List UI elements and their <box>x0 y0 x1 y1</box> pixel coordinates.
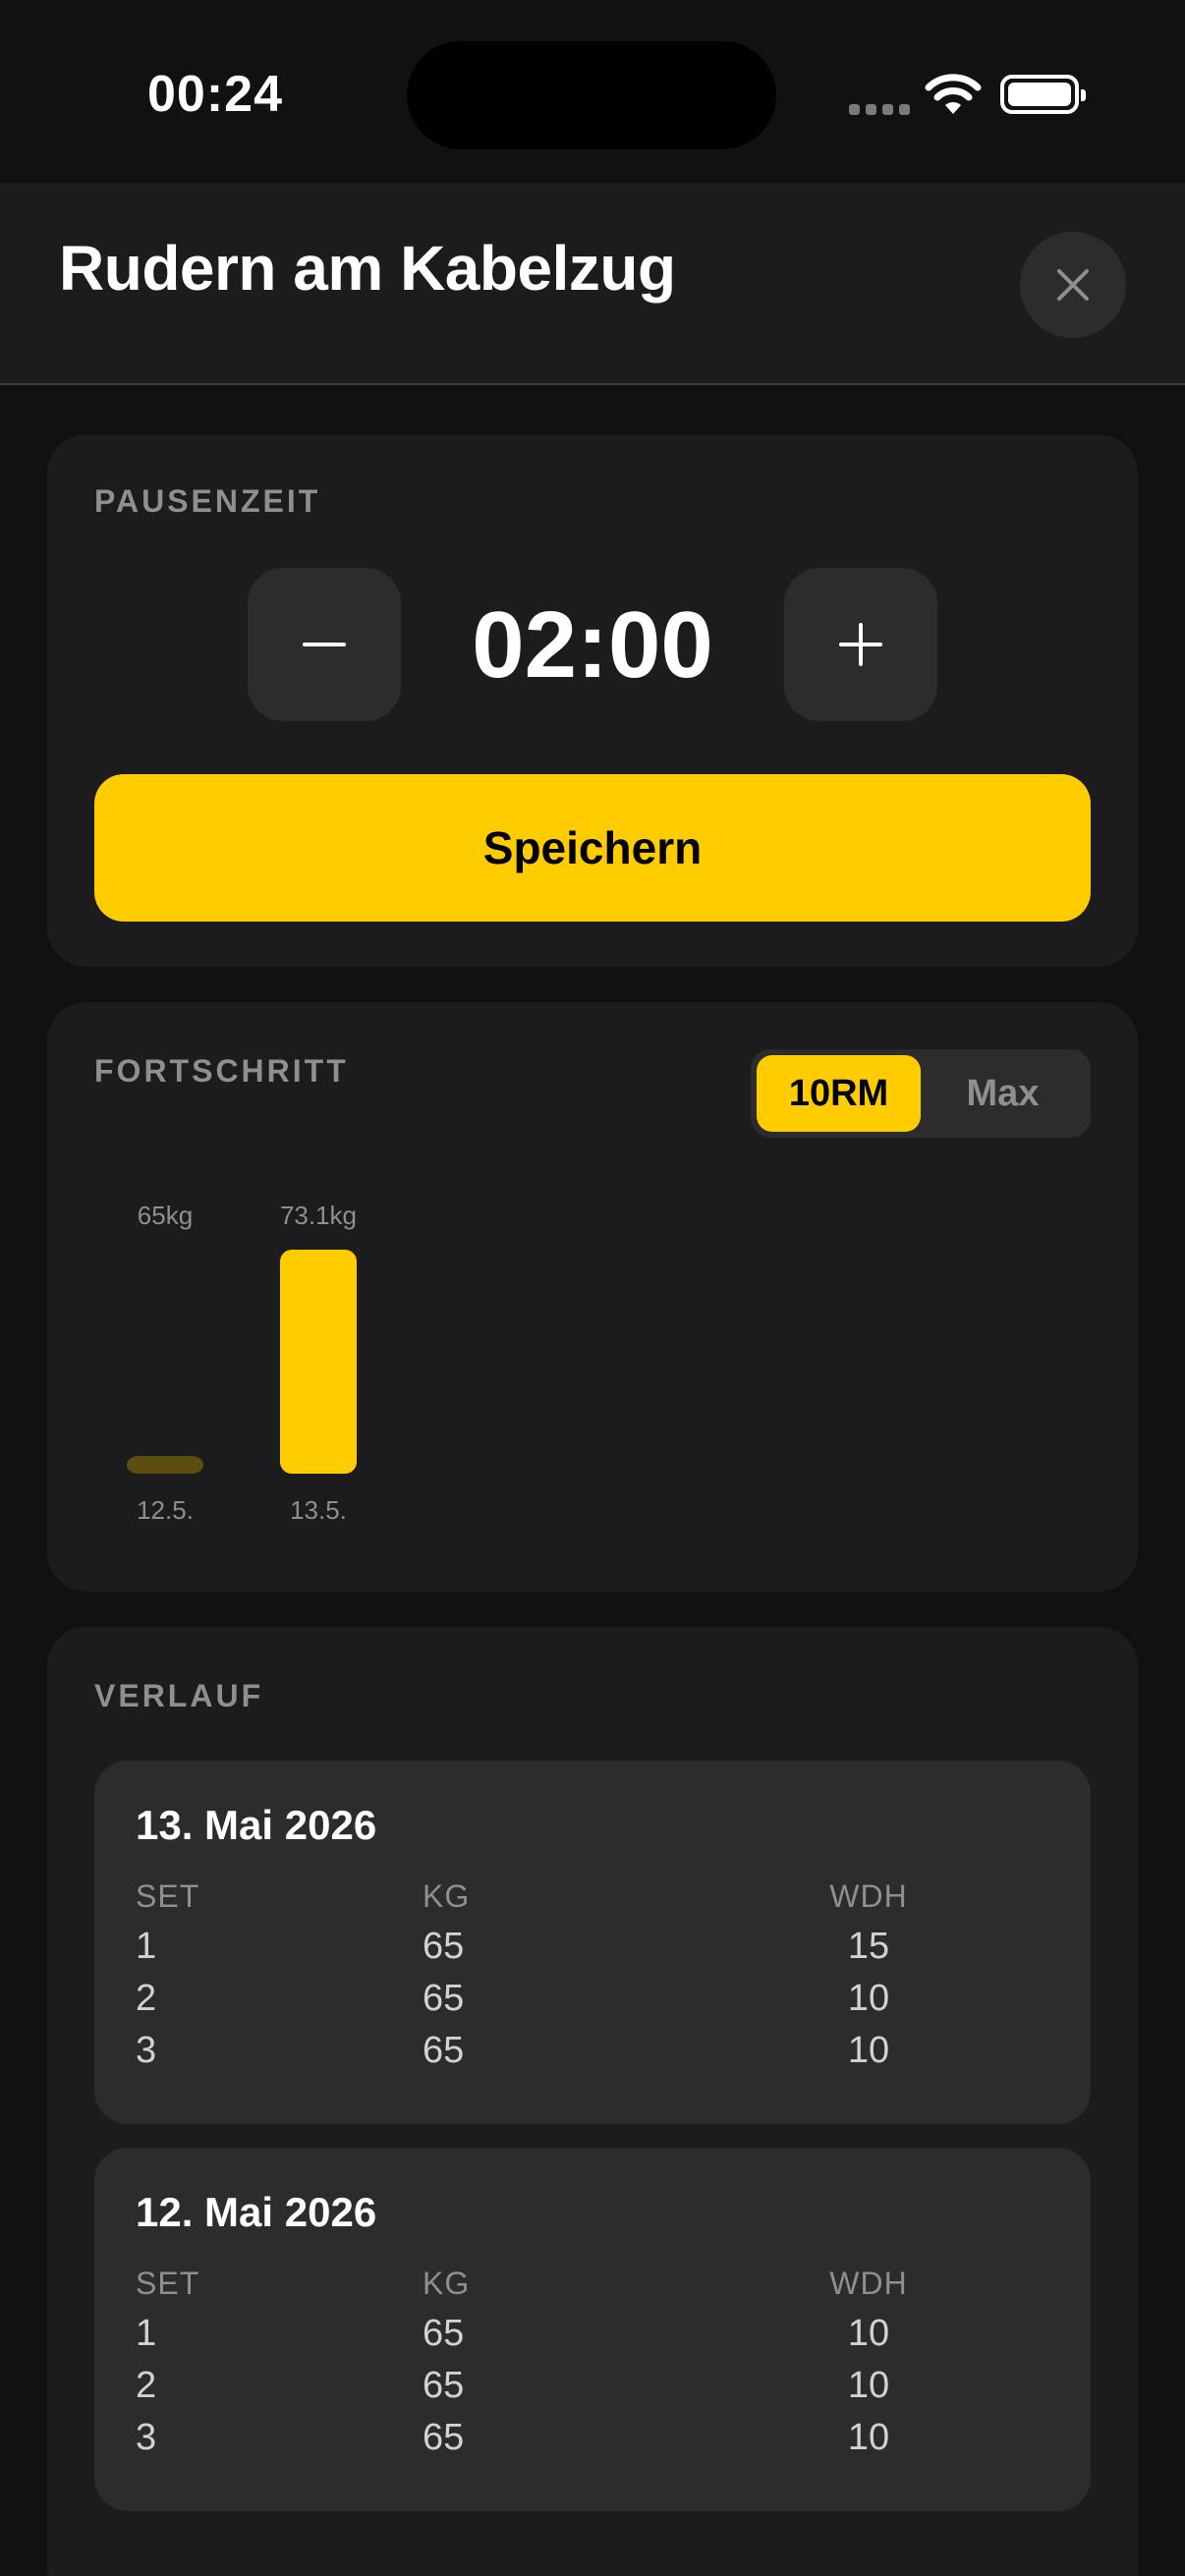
cell-kg: 65 <box>423 2417 465 2458</box>
cell-set: 1 <box>136 2313 157 2354</box>
toggle-max[interactable]: Max <box>921 1055 1085 1132</box>
status-time: 00:24 <box>147 66 283 123</box>
cell-set: 3 <box>136 2030 157 2071</box>
wifi-icon <box>925 74 982 114</box>
progress-card: 65kg 12.5. 73.1kg 13.5. FORTSCHRITT 10RM Ma… <box>47 1002 1138 1592</box>
minus-icon <box>303 643 346 646</box>
entry-date: 13. Mai 2026 <box>136 1802 377 1848</box>
column-header-set: SET <box>136 1878 200 1914</box>
column-header-set: SET <box>136 2266 200 2301</box>
chart-value-label: 65kg <box>138 1201 193 1230</box>
chart-value-label: 73.1kg <box>280 1201 357 1230</box>
battery-icon <box>1000 75 1086 114</box>
chart-category-label: 13.5. <box>290 1495 347 1525</box>
decrease-time-button[interactable] <box>248 568 401 721</box>
chart-category-label: 12.5. <box>137 1495 194 1525</box>
cellular-signal-icon <box>849 104 910 115</box>
dynamic-island <box>407 41 776 149</box>
rest-time-card: PAUSENZEIT 02:00 Speichern <box>47 434 1138 967</box>
cell-wdh: 10 <box>847 2030 890 2071</box>
close-button[interactable] <box>1020 232 1126 338</box>
history-card: VERLAUF 13. Mai 2026 SET KG WDH 1 65 15 … <box>47 1627 1138 2576</box>
cell-kg: 65 <box>423 2030 465 2071</box>
cell-kg: 65 <box>423 2313 465 2354</box>
history-entry: 12. Mai 2026 SET KG WDH 1 65 10 2 65 10 … <box>94 2148 1091 2511</box>
column-header-wdh: WDH <box>829 1878 908 1914</box>
cell-wdh: 10 <box>847 1978 890 2019</box>
column-header-wdh: WDH <box>829 2266 908 2301</box>
cell-kg: 65 <box>423 1926 465 1967</box>
cell-wdh: 10 <box>847 2417 890 2458</box>
cell-set: 1 <box>136 1926 157 1967</box>
cell-set: 2 <box>136 1978 157 2019</box>
cell-set: 3 <box>136 2417 157 2458</box>
cell-kg: 65 <box>423 1978 465 2019</box>
metric-toggle: 10RM Max <box>751 1049 1091 1138</box>
cell-wdh: 15 <box>847 1926 890 1967</box>
save-button[interactable]: Speichern <box>94 774 1091 922</box>
status-bar: 00:24 <box>0 0 1185 183</box>
sheet-header: Rudern am Kabelzug <box>0 183 1185 385</box>
cell-set: 2 <box>136 2365 157 2406</box>
history-label: VERLAUF <box>94 1678 264 1713</box>
cell-kg: 65 <box>423 2365 465 2406</box>
rest-time-value: 02:00 <box>472 592 713 698</box>
toggle-10rm[interactable]: 10RM <box>757 1055 921 1132</box>
history-entry: 13. Mai 2026 SET KG WDH 1 65 15 2 65 10 … <box>94 1761 1091 2124</box>
rest-time-label: PAUSENZEIT <box>94 483 321 519</box>
chart-bar <box>127 1456 203 1474</box>
progress-label: FORTSCHRITT <box>94 1053 349 1089</box>
chart-bar <box>280 1250 357 1474</box>
entry-date: 12. Mai 2026 <box>136 2189 377 2235</box>
close-icon <box>1057 269 1089 301</box>
increase-time-button[interactable] <box>784 568 937 721</box>
page-title: Rudern am Kabelzug <box>59 233 676 304</box>
cell-wdh: 10 <box>847 2365 890 2406</box>
cell-wdh: 10 <box>847 2313 890 2354</box>
column-header-kg: KG <box>423 2266 471 2301</box>
column-header-kg: KG <box>423 1878 471 1914</box>
plus-icon <box>839 623 882 666</box>
